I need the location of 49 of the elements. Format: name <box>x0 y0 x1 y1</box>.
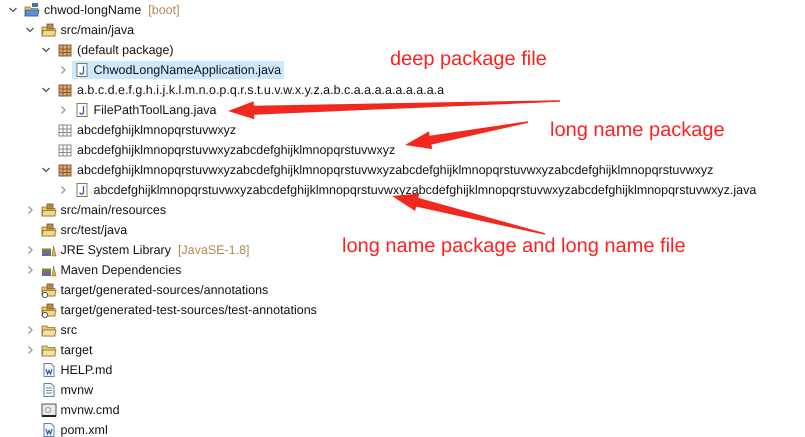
tree-item[interactable]: src/main/java <box>38 21 138 39</box>
tree-item[interactable]: target/generated-sources/annotations <box>38 281 272 299</box>
package-icon <box>57 42 73 58</box>
tree-item[interactable]: src/test/java <box>38 221 130 239</box>
tree-item[interactable]: JRE System Library <box>38 241 174 259</box>
text-file-icon <box>40 382 56 398</box>
tree-item[interactable]: (default package) <box>55 41 177 59</box>
package-icon <box>57 82 73 98</box>
tree-item[interactable]: HELP.md <box>38 361 116 379</box>
package-folder-icon <box>40 282 56 298</box>
package-folder-icon <box>40 302 56 318</box>
document-icon <box>40 362 56 378</box>
tree-item[interactable]: src/main/resources <box>38 201 170 219</box>
empty-package-icon <box>57 142 73 158</box>
package-folder-icon <box>40 222 56 238</box>
annotation-label: deep package file <box>390 47 547 72</box>
tree-item[interactable]: src <box>38 321 80 339</box>
tree-item[interactable]: target <box>38 341 96 359</box>
tree-item[interactable]: pom.xml <box>38 421 111 437</box>
tree-item[interactable]: ChwodLongNameApplication.java <box>72 61 284 79</box>
tree-item[interactable]: target/generated-test-sources/test-annotations <box>38 301 320 319</box>
package-folder-icon <box>40 202 56 218</box>
chevron-icon[interactable] <box>8 5 18 15</box>
tree-item[interactable]: abcdefghijklmnopqrstuvwxyzabcdefghijklmnopqrstuvwxyzabcdefghijklmnopqrstuvwxyzabcdefghijklmnopqrstuvwxyz.java <box>72 181 760 199</box>
decoration-label: [boot] <box>148 3 180 17</box>
java-file-icon <box>74 62 90 78</box>
chevron-icon[interactable] <box>41 45 51 55</box>
package-folder-icon <box>40 22 56 38</box>
tree-item[interactable]: abcdefghijklmnopqrstuvwxyzabcdefghijklmnopqrstuvwxyzabcdefghijklmnopqrstuvwxyzabcdefghijklmnopqrstuvwxyz <box>55 161 716 179</box>
decoration-label: [JavaSE-1.8] <box>178 243 250 257</box>
tree-item[interactable]: abcdefghijklmnopqrstuvwxyz <box>55 121 240 139</box>
tree-item[interactable]: mvnw.cmd <box>38 401 123 419</box>
tree-item[interactable]: Maven Dependencies <box>38 261 184 279</box>
tree-item[interactable]: chwod-longName <box>22 1 144 19</box>
tree-item[interactable]: a.b.c.d.e.f.g.h.i.j.k.l.m.n.o.p.q.r.s.t.u.v.w.x.y.z.a.b.c.a.a.a.a.a.a.a.a.a <box>55 81 448 99</box>
tree-item[interactable]: FilePathToolLang.java <box>72 101 220 119</box>
chevron-icon[interactable] <box>41 165 51 175</box>
java-file-icon <box>74 182 90 198</box>
tree-item[interactable]: abcdefghijklmnopqrstuvwxyzabcdefghijklmnopqrstuvwxyz <box>55 141 398 159</box>
annotation-label: long name package and long name file <box>342 234 686 259</box>
script-file-icon <box>40 402 56 418</box>
tree-item[interactable]: mvnw <box>38 381 96 399</box>
chevron-icon[interactable] <box>24 25 34 35</box>
java-file-icon <box>74 102 90 118</box>
package-icon <box>57 162 73 178</box>
annotation-label: long name package <box>550 118 725 143</box>
empty-package-icon <box>57 122 73 138</box>
project-folder-icon <box>24 2 40 18</box>
chevron-icon[interactable] <box>41 85 51 95</box>
